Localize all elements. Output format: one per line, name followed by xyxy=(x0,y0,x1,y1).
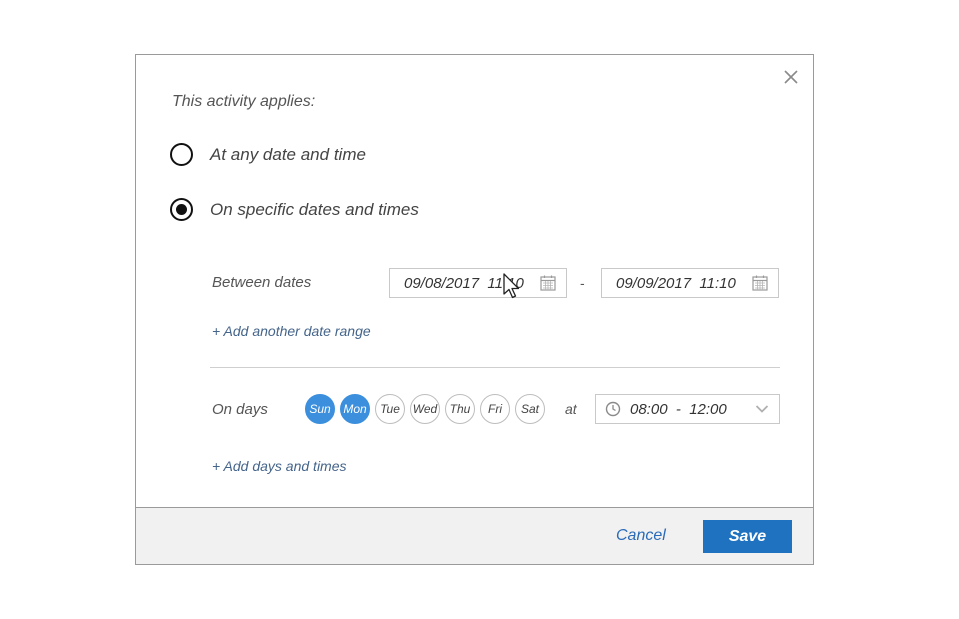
option-any-date-label: At any date and time xyxy=(210,144,366,164)
day-toggle-wed[interactable]: Wed xyxy=(410,394,440,424)
end-date-value: 09/09/2017 11:10 xyxy=(616,274,736,292)
day-toggle-sun[interactable]: Sun xyxy=(305,394,335,424)
time-range-select[interactable]: 08:00 - 12:00 xyxy=(595,394,780,424)
calendar-icon[interactable] xyxy=(539,274,557,292)
add-date-range-link[interactable]: + Add another date range xyxy=(212,323,371,339)
clock-icon xyxy=(605,401,621,417)
option-any-date[interactable]: At any date and time xyxy=(170,143,366,166)
day-toggle-mon[interactable]: Mon xyxy=(340,394,370,424)
activity-dialog: This activity applies: At any date and t… xyxy=(135,54,814,565)
end-date-input[interactable]: 09/09/2017 11:10 xyxy=(601,268,779,298)
cancel-button[interactable]: Cancel xyxy=(616,527,666,545)
dialog-prompt: This activity applies: xyxy=(172,93,316,110)
time-range-value: 08:00 - 12:00 xyxy=(630,400,727,418)
chevron-down-icon[interactable] xyxy=(755,404,769,414)
close-icon[interactable] xyxy=(783,69,799,85)
start-date-input[interactable]: 09/08/2017 11:10 xyxy=(389,268,567,298)
option-specific-dates[interactable]: On specific dates and times xyxy=(170,198,419,221)
date-range-separator: - xyxy=(580,275,585,291)
day-toggle-thu[interactable]: Thu xyxy=(445,394,475,424)
dialog-footer: Cancel Save xyxy=(136,507,813,564)
radio-specific-dates[interactable] xyxy=(170,198,193,221)
radio-any-date[interactable] xyxy=(170,143,193,166)
day-toggle-tue[interactable]: Tue xyxy=(375,394,405,424)
on-days-label: On days xyxy=(212,401,268,418)
add-days-times-link[interactable]: + Add days and times xyxy=(212,458,347,474)
day-toggle-sat[interactable]: Sat xyxy=(515,394,545,424)
at-label: at xyxy=(565,401,577,417)
save-button[interactable]: Save xyxy=(703,520,792,553)
option-specific-dates-label: On specific dates and times xyxy=(210,199,419,219)
day-toggle-fri[interactable]: Fri xyxy=(480,394,510,424)
section-divider xyxy=(210,367,780,368)
between-dates-label: Between dates xyxy=(212,274,312,291)
start-date-value: 09/08/2017 11:10 xyxy=(404,274,524,292)
calendar-icon[interactable] xyxy=(751,274,769,292)
